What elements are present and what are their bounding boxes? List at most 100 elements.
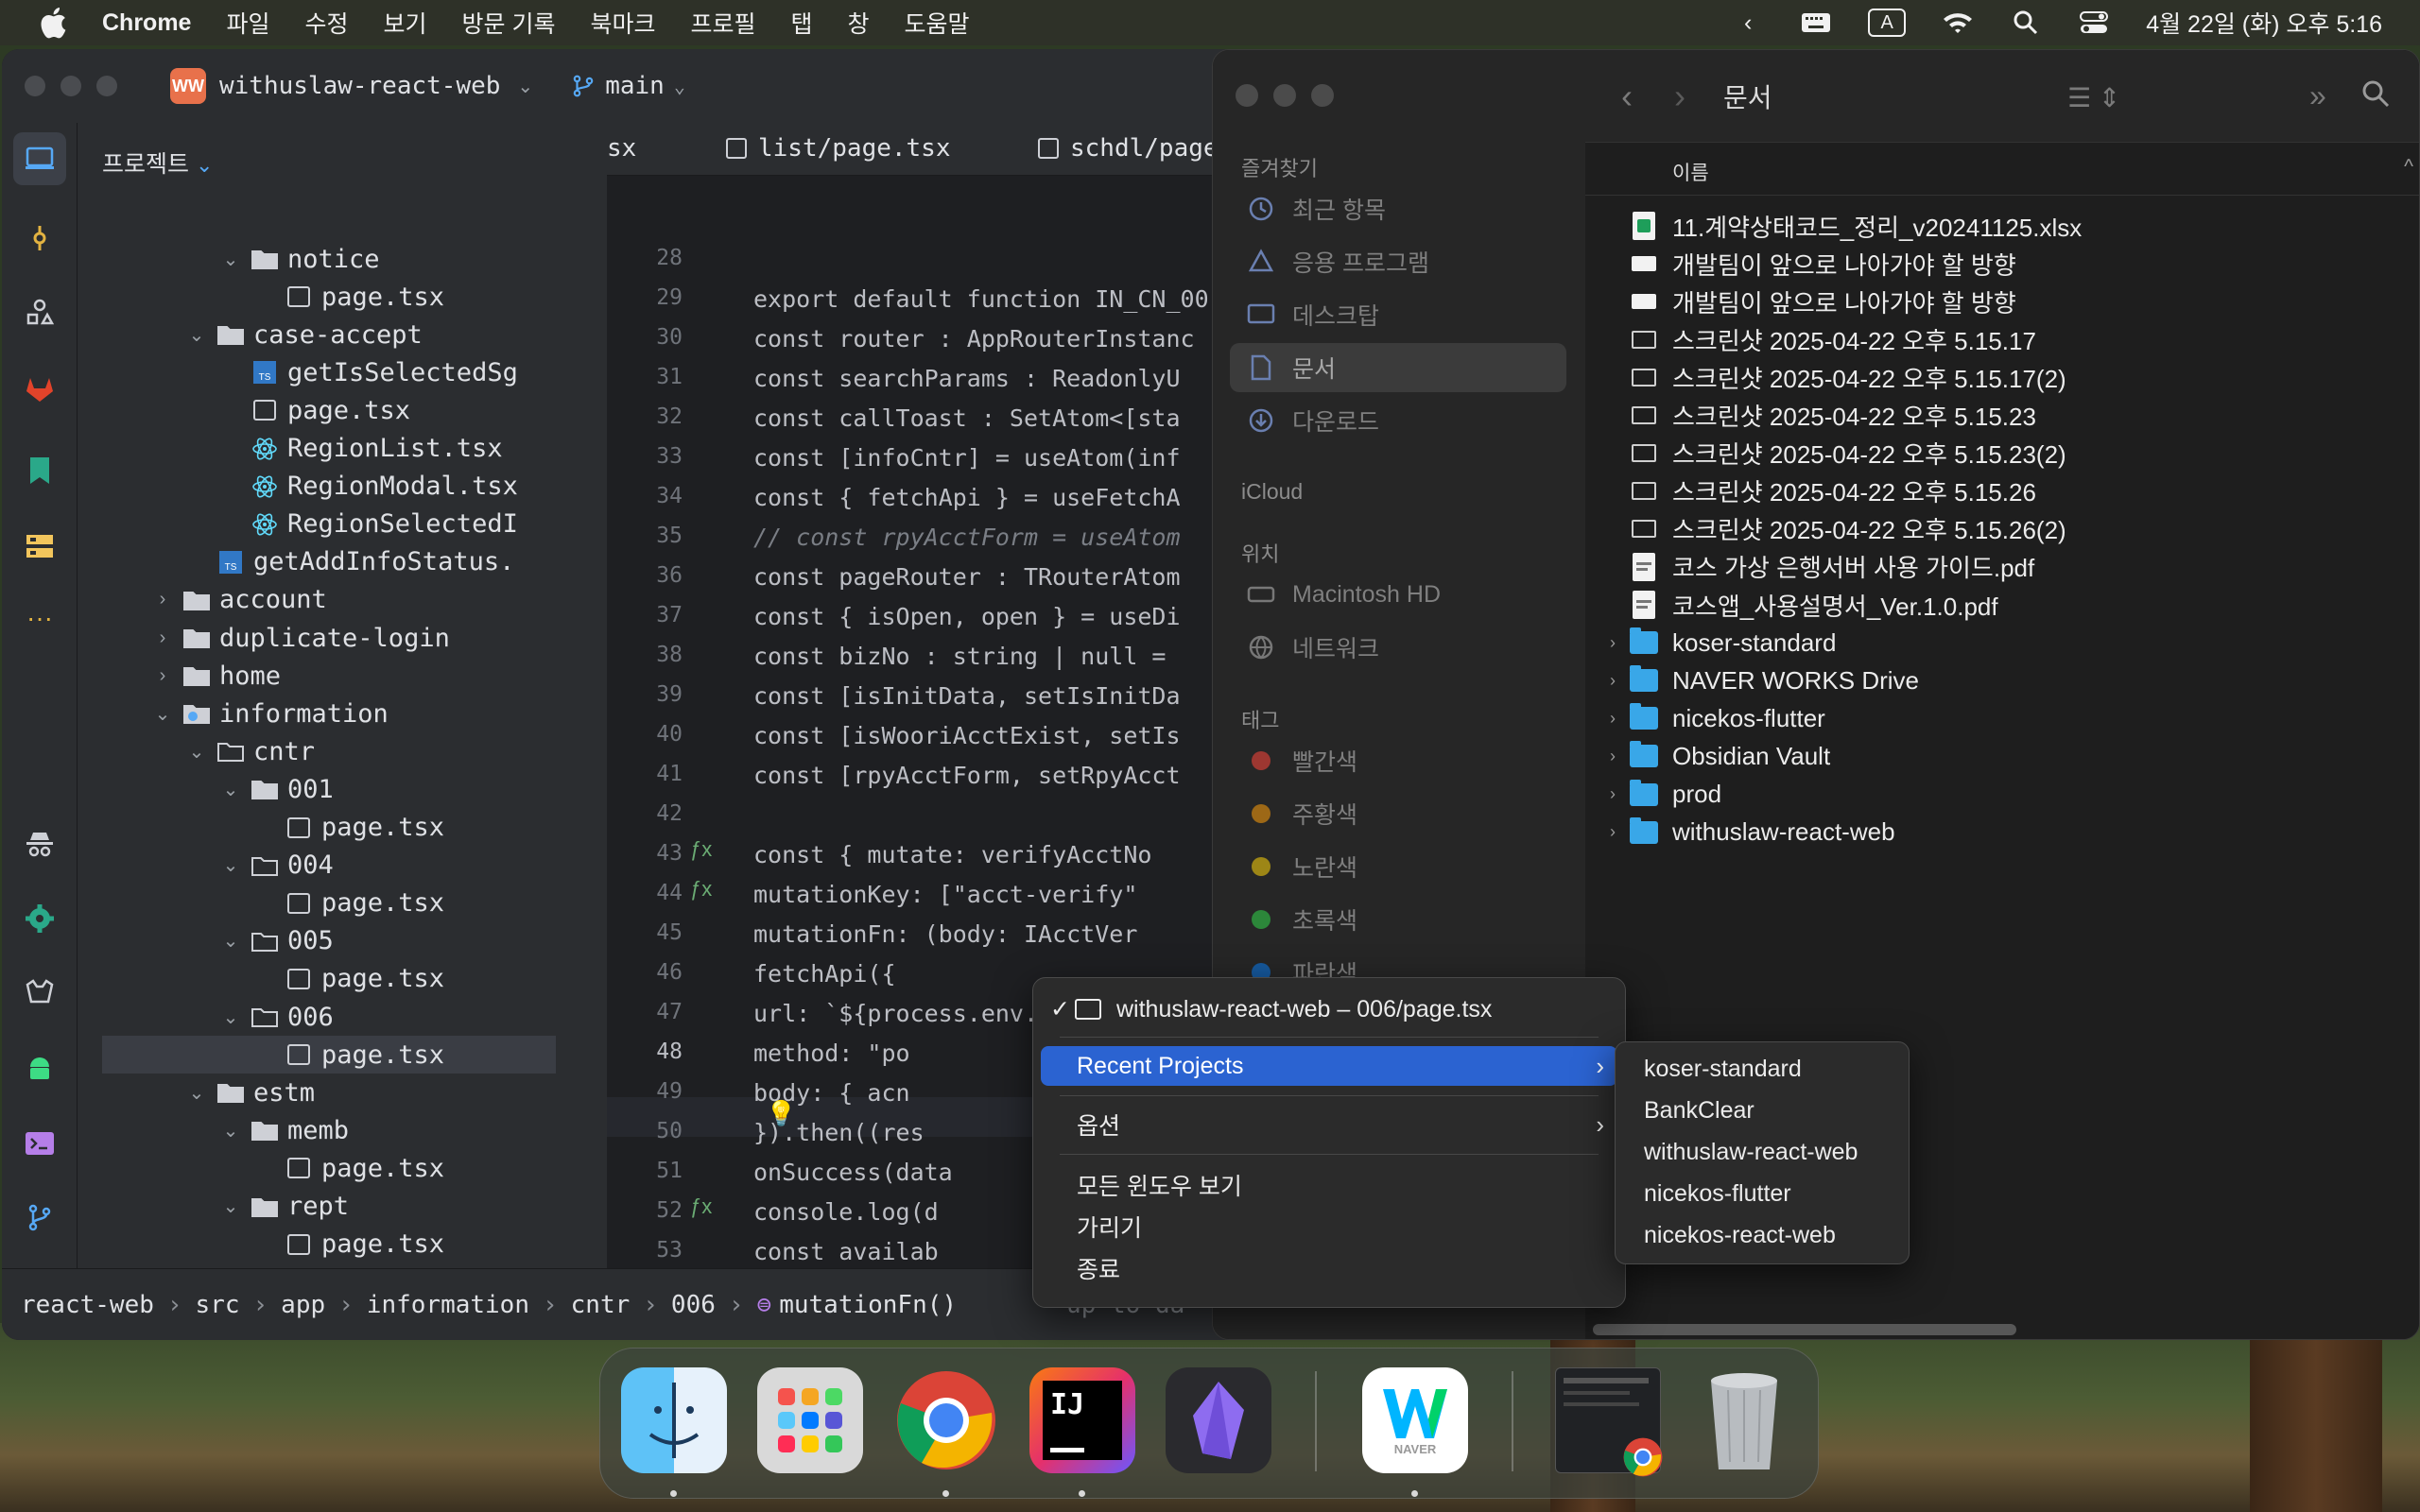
- menu-window[interactable]: 창: [848, 6, 870, 40]
- chevron-left-icon[interactable]: ‹: [1732, 9, 1764, 37]
- sidebar-item[interactable]: 네트워크: [1230, 623, 1566, 672]
- recent-project-item[interactable]: koser-standard: [1644, 1050, 1802, 1088]
- file-row[interactable]: 스크린샷 2025-04-22 오후 5.15.23(2): [1585, 435, 2419, 472]
- disclosure-chevron-icon[interactable]: ›: [1597, 633, 1629, 653]
- menu-help[interactable]: 도움말: [905, 6, 970, 40]
- search-icon[interactable]: [2360, 78, 2391, 115]
- folder-row[interactable]: › NAVER WORKS Drive: [1585, 662, 2419, 699]
- sidebar-item[interactable]: 최근 항목: [1230, 184, 1566, 233]
- disclosure-chevron-icon[interactable]: ›: [1597, 747, 1629, 766]
- tree-file[interactable]: TS getIsSelectedSg: [78, 353, 518, 391]
- quit-menu-item[interactable]: 종료: [1041, 1248, 1617, 1288]
- breadcrumb-item[interactable]: react-web: [21, 1291, 154, 1319]
- disclosure-chevron-icon[interactable]: ›: [1597, 709, 1629, 729]
- chevron-down-icon[interactable]: ⌄: [185, 740, 208, 764]
- recent-project-item[interactable]: nicekos-flutter: [1644, 1175, 1791, 1212]
- terminal-icon[interactable]: [13, 1117, 66, 1170]
- breadcrumb-item[interactable]: information: [367, 1291, 529, 1319]
- tree-folder[interactable]: › home: [78, 657, 281, 695]
- zoom-button[interactable]: [96, 76, 117, 96]
- menu-view[interactable]: 보기: [384, 6, 427, 40]
- folder-row[interactable]: › prod: [1585, 776, 2419, 814]
- file-row[interactable]: 11.계약상태코드_정리_v20241125.xlsx: [1585, 207, 2419, 245]
- tree-file[interactable]: page.tsx: [78, 391, 410, 429]
- gitlab-icon[interactable]: [13, 363, 66, 416]
- tree-folder[interactable]: › account: [78, 581, 327, 619]
- zoom-button[interactable]: [1311, 84, 1334, 107]
- menubar-clock[interactable]: 4월 22일 (화) 오후 5:16: [2146, 6, 2382, 40]
- folder-row[interactable]: › nicekos-flutter: [1585, 699, 2419, 737]
- disclosure-chevron-icon[interactable]: ›: [1597, 784, 1629, 804]
- bookmarks-icon[interactable]: [13, 444, 66, 497]
- menu-profiles[interactable]: 프로필: [690, 6, 755, 40]
- menu-app-chrome[interactable]: Chrome: [102, 9, 191, 37]
- tree-folder[interactable]: ⌄ memb: [78, 1111, 349, 1149]
- search-icon[interactable]: [2010, 9, 2042, 37]
- implementation-gutter-icon[interactable]: ƒx: [690, 837, 712, 862]
- tree-file[interactable]: page.tsx: [78, 278, 444, 316]
- disclosure-chevron-icon[interactable]: ›: [1597, 822, 1629, 842]
- git-icon[interactable]: [13, 1191, 66, 1244]
- project-tool-icon[interactable]: [13, 132, 66, 185]
- menu-edit[interactable]: 수정: [304, 6, 348, 40]
- database-icon[interactable]: [13, 966, 66, 1019]
- menu-tab[interactable]: 탭: [791, 6, 813, 40]
- trash-dock-icon[interactable]: [1691, 1367, 1797, 1473]
- sidebar-item[interactable]: 초록색: [1230, 895, 1566, 944]
- chevron-down-icon[interactable]: ⌄: [185, 1081, 208, 1105]
- tree-file[interactable]: page.tsx: [78, 809, 444, 847]
- recent-project-item[interactable]: BankClear: [1644, 1091, 1754, 1129]
- horizontal-scrollbar[interactable]: [1593, 1324, 2016, 1335]
- breadcrumb-item[interactable]: 006: [671, 1291, 716, 1319]
- file-row[interactable]: 코스앱_사용설명서_Ver.1.0.pdf: [1585, 586, 2419, 624]
- folder-row[interactable]: › koser-standard: [1585, 624, 2419, 662]
- sidebar-item[interactable]: Macintosh HD: [1230, 570, 1566, 619]
- intellij-dock-icon[interactable]: IJ: [1029, 1367, 1135, 1473]
- breadcrumb-item[interactable]: app: [281, 1291, 325, 1319]
- minimize-button[interactable]: [60, 76, 81, 96]
- editor-tab[interactable]: sx: [607, 134, 636, 163]
- options-menu-item[interactable]: 옵션 ›: [1041, 1105, 1617, 1144]
- tree-file[interactable]: page.tsx: [78, 1226, 444, 1263]
- file-row[interactable]: 스크린샷 2025-04-22 오후 5.15.17: [1585, 320, 2419, 358]
- control-center-icon[interactable]: [2078, 9, 2110, 37]
- file-row[interactable]: 개발팀이 앞으로 나아가야 할 방향: [1585, 245, 2419, 283]
- tree-file[interactable]: RegionModal.tsx: [78, 468, 518, 506]
- incognito-icon[interactable]: [13, 818, 66, 871]
- tree-file[interactable]: page.tsx: [78, 1149, 444, 1187]
- chevron-down-icon[interactable]: ⌄: [219, 853, 242, 877]
- tree-file[interactable]: page.tsx: [78, 960, 444, 998]
- menu-file[interactable]: 파일: [226, 6, 269, 40]
- close-button[interactable]: [1236, 84, 1258, 107]
- close-button[interactable]: [25, 76, 45, 96]
- folder-row[interactable]: › withuslaw-react-web: [1585, 814, 2419, 851]
- sidebar-item[interactable]: 응용 프로그램: [1230, 237, 1566, 286]
- obsidian-dock-icon[interactable]: [1166, 1367, 1271, 1473]
- chevron-down-icon[interactable]: ⌄: [151, 702, 174, 726]
- structure-icon[interactable]: [13, 285, 66, 338]
- chevron-down-icon[interactable]: ⌄: [219, 1005, 242, 1029]
- sidebar-item[interactable]: 노란색: [1230, 842, 1566, 891]
- show-all-windows-menu-item[interactable]: 모든 윈도우 보기: [1041, 1165, 1617, 1205]
- folder-row[interactable]: › Obsidian Vault: [1585, 737, 2419, 775]
- file-row[interactable]: 스크린샷 2025-04-22 오후 5.15.17(2): [1585, 358, 2419, 396]
- finder-dock-icon[interactable]: [621, 1367, 727, 1473]
- tree-folder[interactable]: ⌄ 006: [78, 998, 334, 1036]
- list-view-icon[interactable]: ☰ ⇕: [2067, 82, 2120, 113]
- chevron-right-icon[interactable]: ›: [151, 665, 174, 687]
- project-selector[interactable]: withuslaw-react-web: [219, 72, 500, 100]
- project-panel-header[interactable]: 프로젝트 ⌄: [102, 146, 213, 180]
- sidebar-item[interactable]: 빨간색: [1230, 736, 1566, 785]
- apple-icon[interactable]: [36, 4, 74, 42]
- chevron-right-icon[interactable]: ›: [151, 627, 174, 649]
- tree-file[interactable]: TS getAddInfoStatus.: [78, 543, 514, 581]
- recent-project-item[interactable]: nicekos-react-web: [1644, 1216, 1836, 1254]
- tree-folder[interactable]: ⌄ estm: [78, 1074, 315, 1111]
- file-row[interactable]: 스크린샷 2025-04-22 오후 5.15.26(2): [1585, 510, 2419, 548]
- sidebar-item[interactable]: 문서: [1230, 343, 1566, 392]
- tree-folder[interactable]: ⌄ cntr: [78, 732, 315, 770]
- input-source-icon[interactable]: A: [1868, 9, 1907, 37]
- menu-bookmarks[interactable]: 북마크: [590, 6, 655, 40]
- file-row[interactable]: 스크린샷 2025-04-22 오후 5.15.23: [1585, 397, 2419, 435]
- recent-projects-menu-item[interactable]: Recent Projects ›: [1041, 1046, 1617, 1086]
